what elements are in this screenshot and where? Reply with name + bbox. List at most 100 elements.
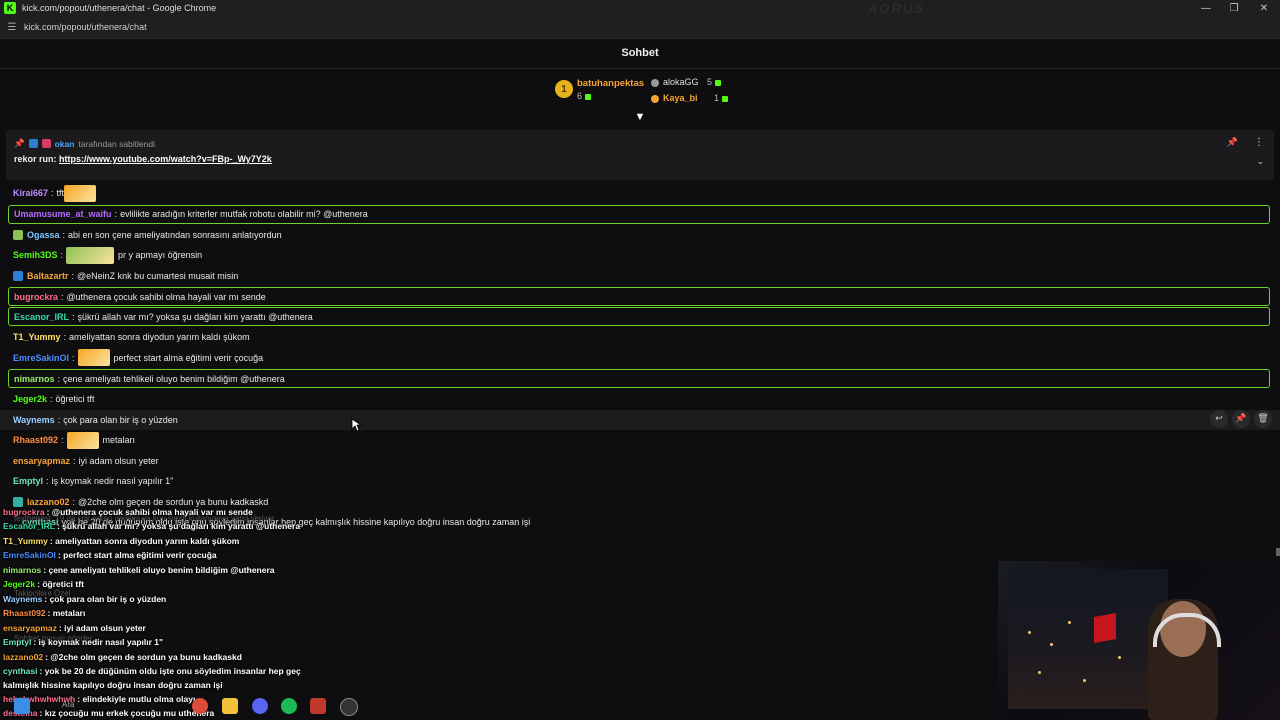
chat-username[interactable]: Ogassa (27, 230, 60, 240)
chat-message-text: öğretici tft (55, 394, 95, 405)
delete-icon[interactable]: 🗑 (1254, 409, 1272, 428)
leaderboard-row[interactable]: alokaGG 5 (651, 77, 722, 87)
chat-username[interactable]: T1_Yummy (13, 332, 61, 342)
app-icon[interactable] (310, 698, 326, 714)
chevron-down-icon[interactable]: ⌄ (1256, 156, 1264, 167)
chat-message[interactable]: Emptyl: iş koymak nedir nasıl yapılır 1" (0, 471, 1280, 492)
leaderboard-first-name[interactable]: batuhanpektas (577, 78, 644, 89)
turkish-flag (1094, 613, 1116, 643)
chat-message[interactable]: T1_Yummy: ameliyattan sonra diyodun yarım… (0, 327, 1280, 348)
user-badge-icon (13, 496, 23, 507)
chat-message[interactable]: Waynems: çok para olan bir iş o yüzden ↩ 📌 🗑 (0, 409, 1280, 430)
kick-logo-icon: K (4, 2, 16, 14)
chat-username[interactable]: Escanor_IRL (14, 312, 69, 322)
discord-icon[interactable] (252, 698, 268, 714)
chat-username[interactable]: Kirai667 (13, 188, 48, 198)
pinned-link[interactable]: https://www.youtube.com/watch?v=FBp-_Wy7… (59, 154, 272, 164)
overlay-text: iyi adam olsun yeter (64, 623, 146, 633)
chat-username[interactable]: Waynems (13, 415, 55, 425)
overlay-text: kalmışlık hissine kapılıyo doğru insan d… (3, 680, 223, 690)
chat-message[interactable]: Jeger2k: öğretici tft (0, 389, 1280, 410)
chat-message[interactable]: EmreSakinOl: perfect start alma eğitimi v… (0, 348, 1280, 369)
emote-image (66, 431, 99, 449)
chat-username[interactable]: ensaryapmaz (13, 456, 70, 466)
chat-message[interactable]: cynthasi yok be 20 de düğünüm oldu işte o… (0, 512, 1280, 533)
chat-username[interactable]: cynthasi (22, 517, 59, 527)
city-window (1008, 569, 1168, 709)
separator: : (50, 394, 53, 405)
windows-start-icon[interactable] (14, 698, 30, 714)
restore-icon[interactable]: ❐ (1220, 0, 1248, 16)
overlay-username: Waynems (3, 594, 43, 604)
chat-message[interactable]: Semih3DS: pr y apmayı öğrensin (0, 245, 1280, 266)
separator: : (72, 352, 75, 363)
overlay-text: iş koymak nedir nasıl yapılır 1" (38, 637, 164, 647)
overlay-text: perfect start alma eğitimi verir çocuğa (63, 550, 217, 560)
expand-leaderboard-icon[interactable]: ▼ (634, 111, 646, 123)
leaderboard-row[interactable]: Kaya_bi 1 (651, 93, 729, 103)
pinned-text: rekor run: https://www.youtube.com/watch… (14, 154, 272, 164)
separator: : (57, 373, 61, 384)
chat-username[interactable]: Umamusume_at_waifu (14, 209, 112, 219)
pinned-message: 📌 okan tarafından sabitlendi rekor run: … (6, 130, 1274, 180)
chat-username[interactable]: EmreSakinOl (13, 353, 69, 363)
site-settings-icon[interactable]: ☰ (6, 21, 18, 33)
reply-icon[interactable]: ↩ (1210, 409, 1228, 428)
chat-message-text: evlilikte aradığın kriterler mutfak robo… (120, 209, 368, 219)
kick-gem-icon (585, 93, 592, 100)
chat-message[interactable]: Kirai667: tft (0, 183, 1280, 204)
overlay-username: ensaryapmaz (3, 623, 57, 633)
folder-icon[interactable] (222, 698, 238, 714)
pin-icon[interactable]: 📌 (1232, 409, 1250, 428)
overlay-username: EmreSakinOl (3, 550, 56, 560)
url-text[interactable]: kick.com/popout/uthenera/chat (24, 22, 147, 32)
overlay-text: çok para olan bir iş o yüzden (49, 594, 167, 604)
chat-message[interactable]: Baltazartr: @eNeinZ knk bu cumartesi musa… (0, 266, 1280, 287)
taskbar-search[interactable]: Ara (62, 700, 74, 709)
minimize-icon[interactable]: — (1192, 0, 1220, 16)
separator: : (60, 250, 64, 261)
overlay-text: @2che olm geçen de sordun ya bunu kadkas… (50, 652, 242, 662)
overlay-chat-line: ensaryapmaz: iyi adam olsun yeter (3, 623, 146, 633)
chat-message[interactable]: nimarnos: çene ameliyatı tehlikeli oluyo … (8, 369, 1270, 388)
first-place-medal-icon: 1 (555, 80, 573, 98)
chat-username[interactable]: Rhaast092 (13, 435, 58, 445)
pinner-name[interactable]: okan (55, 139, 75, 149)
chat-message[interactable]: bugrockra: @uthenera çocuk sahibi olma ha… (8, 287, 1270, 306)
obs-icon[interactable] (340, 698, 358, 716)
chat-message-text: iş koymak nedir nasıl yapılır 1" (51, 476, 174, 487)
stream-overlay: fexthebest: 19 da çok erken değilmi ya k… (0, 503, 1000, 720)
chat-username[interactable]: Semih3DS (13, 250, 58, 260)
chat-username[interactable]: lazzano02 (27, 497, 70, 507)
overlay-chat-line: lazzano02: @2che olm geçen de sordun ya … (3, 652, 242, 662)
kick-gem-icon (715, 79, 722, 86)
chat-username[interactable]: Jeger2k (13, 394, 47, 404)
chat-message-text: tft (56, 188, 65, 199)
scrollbar-thumb[interactable] (1276, 548, 1280, 556)
chrome-icon[interactable] (192, 698, 208, 714)
chat-message[interactable]: Ogassa: abi en son çene ameliyatından son… (0, 225, 1280, 246)
emote-image (77, 349, 110, 367)
overlay-chat-line: Emptyl: iş koymak nedir nasıl yapılır 1" (3, 637, 164, 647)
chat-username[interactable]: nimarnos (14, 374, 55, 384)
chat-username[interactable]: Baltazartr (27, 271, 69, 281)
kick-gem-icon (722, 95, 729, 102)
spotify-icon[interactable] (281, 698, 297, 714)
chat-message-text: çok para olan bir iş o yüzden (63, 414, 178, 425)
chat-message[interactable]: Rhaast092: metaları (0, 430, 1280, 451)
chat-username[interactable]: Emptyl (13, 476, 43, 486)
chat-message-text: abi en son çene ameliyatından sonrasını … (68, 229, 282, 240)
chat-message[interactable]: ensaryapmaz: iyi adam olsun yeter (0, 451, 1280, 472)
unpin-icon[interactable]: 📌 (1227, 137, 1238, 148)
chat-message[interactable]: lazzano02: @2che olm geçen de sordun ya b… (0, 492, 1280, 513)
chat-message[interactable]: Escanor_IRL: şükrü allah var mı? yoksa şu… (8, 307, 1270, 326)
chat-message[interactable]: Umamusume_at_waifu: evlilikte aradığın kr… (8, 204, 1270, 224)
more-options-icon[interactable]: ⋮ (1254, 137, 1264, 148)
separator: : (71, 270, 75, 281)
chat-username[interactable]: bugrockra (14, 292, 58, 302)
moderator-badge-icon (28, 139, 38, 148)
taskbar: Ara (0, 692, 1000, 720)
close-icon[interactable]: ✕ (1250, 0, 1278, 16)
overlay-chat-line: T1_Yummy: ameliyattan sonra diyodun yarı… (3, 536, 240, 546)
overlay-username: nimarnos (3, 565, 42, 575)
